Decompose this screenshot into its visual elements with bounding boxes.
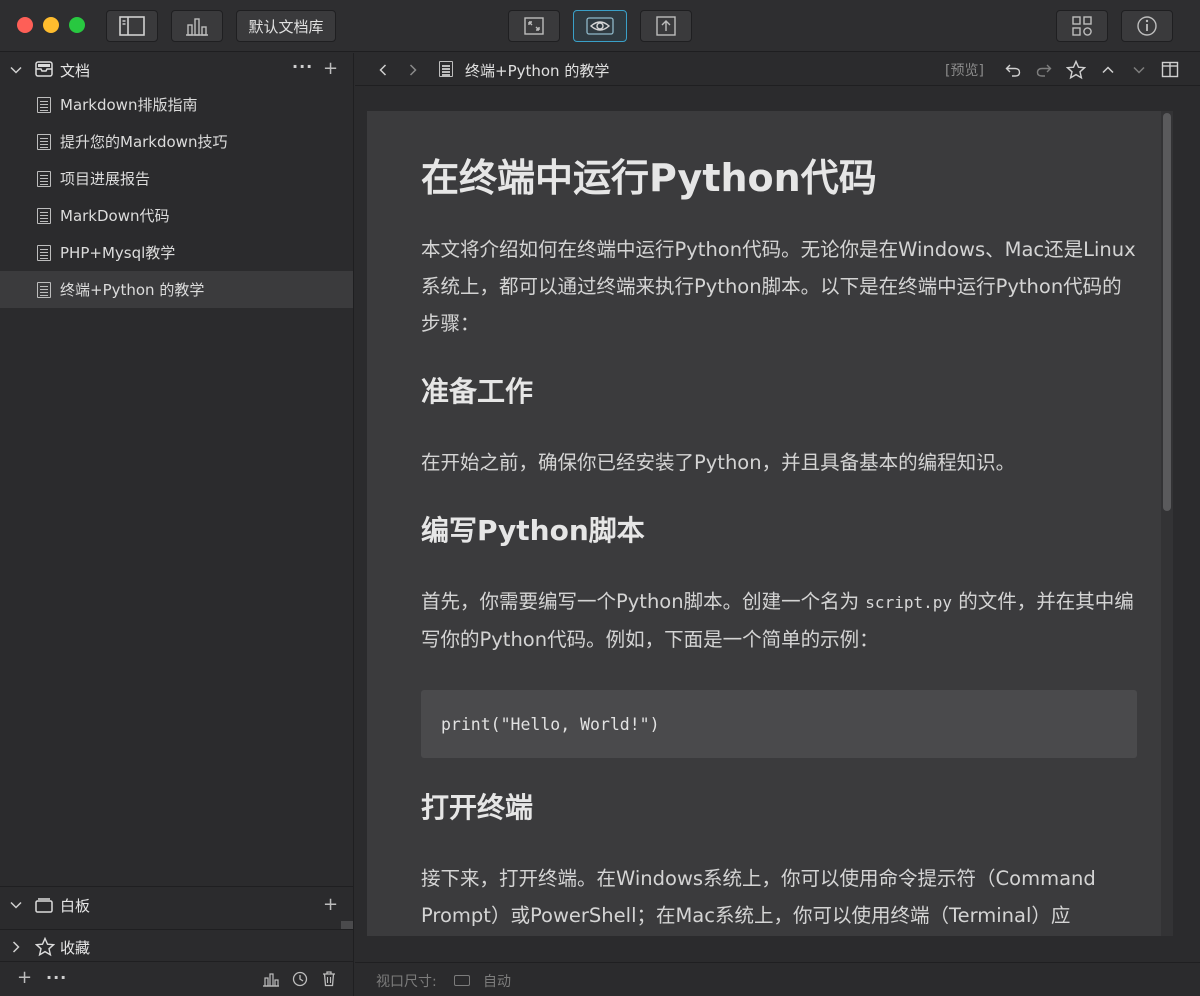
prepare-paragraph: 在开始之前，确保你已经安装了Python，并且具备基本的编程知识。 <box>421 451 1016 474</box>
viewport-icon[interactable] <box>454 975 470 986</box>
preview-mode-button[interactable] <box>573 10 627 42</box>
document-preview[interactable]: 在终端中运行Python代码 本文将介绍如何在终端中运行Python代码。无论你… <box>367 111 1173 936</box>
sidebar: 文档 ··· + Markdown排版指南 提升您的Markdown技巧 项目进… <box>0 53 354 996</box>
document-navbar: 终端+Python 的教学 [预览] <box>355 53 1200 86</box>
undo-icon[interactable] <box>1004 61 1022 79</box>
inbox-icon <box>35 61 53 77</box>
write-paragraph: 首先，你需要编写一个Python脚本。创建一个名为 script.py 的文件，… <box>421 583 1137 658</box>
more-options-icon[interactable]: ··· <box>46 970 67 986</box>
status-bar: 视口尺寸: 自动 <box>355 962 1200 996</box>
history-icon[interactable] <box>292 971 308 987</box>
main-panel: 终端+Python 的教学 [预览] 在终端中运行Python代码 本文将介绍如… <box>355 53 1200 996</box>
document-body: 在终端中运行Python代码 本文将介绍如何在终端中运行Python代码。无论你… <box>421 151 1137 934</box>
viewport-size-value[interactable]: 自动 <box>483 971 511 991</box>
title-bar: 默认文档库 <box>0 0 1200 52</box>
whiteboard-icon <box>35 898 53 913</box>
library-label: 默认文档库 <box>248 17 324 36</box>
more-options-icon[interactable]: ··· <box>292 59 313 75</box>
redo-icon[interactable] <box>1035 61 1053 79</box>
doc-item-label: PHP+Mysql教学 <box>60 244 176 262</box>
preview-eye-icon <box>586 17 614 35</box>
sidebar-doc-item[interactable]: Markdown排版指南 <box>0 86 353 123</box>
document-icon <box>37 244 51 261</box>
star-icon[interactable] <box>1066 60 1086 80</box>
doc-item-label: 提升您的Markdown技巧 <box>60 133 228 151</box>
star-icon <box>35 937 55 957</box>
sidebar-doc-item[interactable]: MarkDown代码 <box>0 197 353 234</box>
toggle-sidebar-button[interactable] <box>106 10 158 42</box>
document-icon <box>37 96 51 113</box>
documents-section-title: 文档 <box>60 62 91 80</box>
mode-tag: [预览] <box>945 63 984 79</box>
share-button[interactable] <box>640 10 692 42</box>
section-heading-terminal: 打开终端 <box>421 791 534 824</box>
whiteboard-section-header[interactable]: 白板 + <box>0 887 353 923</box>
split-view-icon[interactable] <box>1161 61 1179 78</box>
doc-item-label: Markdown排版指南 <box>60 96 198 114</box>
sidebar-toggle-icon <box>119 16 145 36</box>
doc-item-label: 终端+Python 的教学 <box>60 281 205 299</box>
info-icon <box>1137 16 1157 36</box>
favorites-section-header[interactable]: 收藏 <box>0 930 353 964</box>
document-icon <box>37 170 51 187</box>
document-icon <box>37 133 51 150</box>
terminal-paragraph: 接下来，打开终端。在Windows系统上，你可以使用命令提示符（Command … <box>421 867 1096 927</box>
close-window-button[interactable] <box>17 17 33 33</box>
document-title: 终端+Python 的教学 <box>465 62 610 80</box>
library-selector-button[interactable]: 默认文档库 <box>236 10 336 42</box>
document-icon <box>439 61 453 77</box>
write-text-before: 首先，你需要编写一个Python脚本。创建一个名为 <box>421 590 866 613</box>
favorites-section-title: 收藏 <box>60 939 91 957</box>
trash-icon[interactable] <box>321 970 337 987</box>
section-heading-write: 编写Python脚本 <box>421 514 645 547</box>
add-whiteboard-icon[interactable]: + <box>323 896 338 914</box>
chevron-down-icon[interactable] <box>9 898 23 912</box>
sidebar-footer: + ··· <box>0 961 353 996</box>
document-icon <box>37 281 51 298</box>
zoom-window-button[interactable] <box>69 17 85 33</box>
sidebar-doc-item[interactable]: PHP+Mysql教学 <box>0 234 353 271</box>
minimize-window-button[interactable] <box>43 17 59 33</box>
preview-scrollbar[interactable] <box>1161 111 1173 936</box>
intro-paragraph: 本文将介绍如何在终端中运行Python代码。无论你是在Windows、Mac还是… <box>421 238 1136 335</box>
section-heading-prepare: 准备工作 <box>421 375 534 408</box>
sidebar-doc-item[interactable]: 提升您的Markdown技巧 <box>0 123 353 160</box>
chevron-down-icon[interactable] <box>9 63 23 77</box>
share-icon <box>656 16 676 36</box>
sidebar-scroll-handle[interactable] <box>341 921 353 929</box>
chart-icon[interactable] <box>262 971 280 987</box>
add-icon[interactable]: + <box>17 969 32 987</box>
chevron-down-icon[interactable] <box>1132 63 1146 77</box>
forward-icon[interactable] <box>407 63 419 77</box>
info-button[interactable] <box>1121 10 1173 42</box>
stats-button[interactable] <box>171 10 223 42</box>
fullscreen-icon <box>524 17 544 35</box>
viewport-size-label: 视口尺寸: <box>376 974 437 990</box>
inline-code: script.py <box>865 593 952 612</box>
back-icon[interactable] <box>377 63 389 77</box>
chevron-right-icon[interactable] <box>9 940 23 954</box>
grid-icon <box>1072 16 1092 36</box>
add-document-icon[interactable]: + <box>323 60 338 78</box>
chevron-up-icon[interactable] <box>1101 63 1115 77</box>
document-icon <box>37 207 51 224</box>
sidebar-doc-item[interactable]: 项目进展报告 <box>0 160 353 197</box>
stats-icon <box>186 18 208 36</box>
sidebar-doc-item-selected[interactable]: 终端+Python 的教学 <box>0 271 353 308</box>
scrollbar-thumb[interactable] <box>1163 113 1171 511</box>
document-heading: 在终端中运行Python代码 <box>421 156 877 200</box>
documents-section-header[interactable]: 文档 ··· + <box>0 53 354 86</box>
whiteboard-section-title: 白板 <box>60 897 91 915</box>
doc-item-label: 项目进展报告 <box>60 170 151 188</box>
fullscreen-button[interactable] <box>508 10 560 42</box>
layout-grid-button[interactable] <box>1056 10 1108 42</box>
code-block: print("Hello, World!") <box>421 690 1137 758</box>
doc-item-label: MarkDown代码 <box>60 207 170 225</box>
